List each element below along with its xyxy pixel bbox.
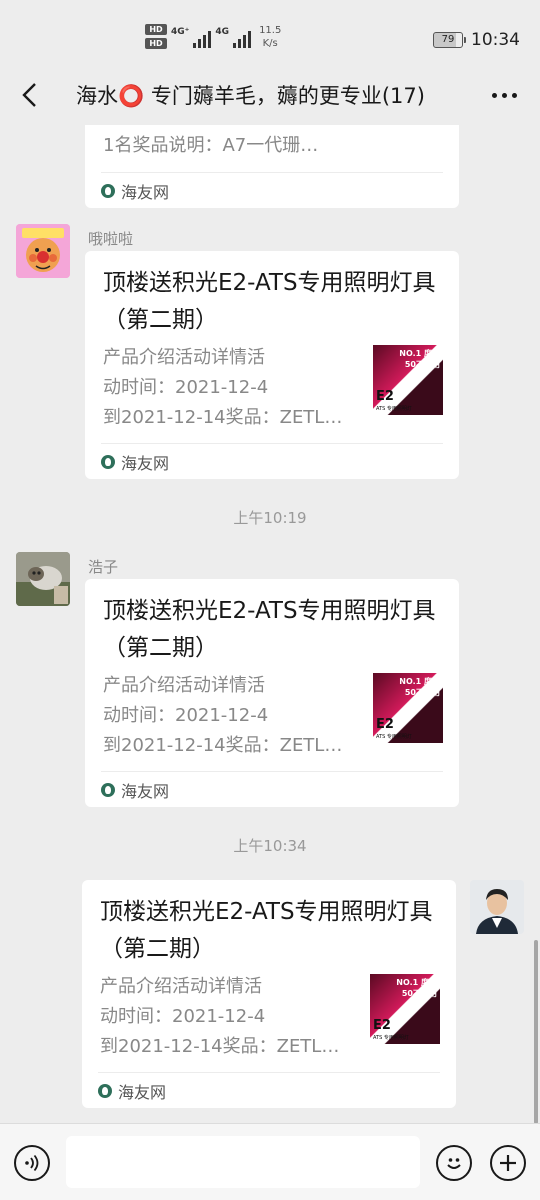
source-logo-icon	[101, 454, 115, 469]
card-desc-line: 动时间：2021-12-4	[103, 377, 269, 398]
source-logo-icon	[98, 1083, 112, 1098]
source-name: 海友网	[121, 182, 170, 202]
status-left: HD HD 4G⁺ 4G 11.5 K/s	[145, 24, 281, 50]
card-desc-line: 到2021-12-14奖品：ZETL…	[103, 735, 343, 756]
message-list[interactable]: 1名奖品说明：A7一代珊… 海友网 哦啦啦 顶楼送积光E2-ATS专用照明灯具（…	[0, 125, 540, 1123]
signal-icon-2	[233, 28, 252, 48]
avatar[interactable]	[16, 552, 70, 606]
network-speed: 11.5 K/s	[259, 24, 281, 50]
chevron-left-icon	[22, 83, 36, 107]
card-footer: 海友网	[101, 771, 443, 807]
thumb-big: E2	[376, 717, 394, 732]
thumb-big: E2	[373, 1018, 391, 1033]
avatar[interactable]	[16, 224, 70, 278]
source-logo-icon	[101, 183, 115, 198]
message-input[interactable]	[66, 1136, 420, 1188]
card-title: 顶楼送积光E2-ATS专用照明灯具（第二期）	[103, 270, 436, 333]
sender-name: 哦啦啦	[88, 230, 134, 248]
source-name: 海友网	[121, 453, 170, 473]
plus-icon	[500, 1155, 516, 1171]
thumb-small: ATS 专用照明灯	[376, 406, 412, 412]
card-title: 顶楼送积光E2-ATS专用照明灯具（第二期）	[100, 899, 433, 962]
hd-badges: HD HD	[145, 24, 167, 49]
thumb-line-2: 50不要用	[404, 360, 440, 369]
hd-badge-1: HD	[145, 24, 167, 35]
thumb-line-1: NO.1 度量	[399, 349, 440, 358]
card-desc-line: 1名奖品说明：A7一代珊…	[103, 135, 319, 156]
plus-button[interactable]	[490, 1145, 526, 1181]
back-button[interactable]	[12, 77, 48, 113]
battery-level: 79	[441, 34, 455, 45]
card-title: 顶楼送积光E2-ATS专用照明灯具（第二期）	[103, 598, 436, 661]
card-description: 1名奖品说明：A7一代珊…	[103, 131, 361, 161]
person-photo-avatar-icon	[470, 880, 524, 934]
voice-button[interactable]	[14, 1145, 50, 1181]
status-right: 79 10:34	[433, 30, 520, 50]
hd-badge-2: HD	[145, 38, 167, 49]
voice-icon	[25, 1154, 39, 1172]
card-desc-line: 到2021-12-14奖品：ZETL…	[100, 1036, 340, 1057]
card-footer: 海友网	[101, 443, 443, 479]
card-thumbnail: NO.1 度量 50不要用 E2 ATS 专用照明灯	[373, 673, 443, 743]
card-description: 产品介绍活动详情活 动时间：2021-12-4 到2021-12-14奖品：ZE…	[100, 972, 358, 1062]
speed-value: 11.5	[259, 25, 282, 36]
source-name: 海友网	[121, 781, 170, 801]
card-thumbnail: NO.1 度量 50不要用 E2 ATS 专用照明灯	[373, 345, 443, 415]
card-footer: 海友网	[98, 1072, 440, 1108]
card-desc-line: 产品介绍活动详情活	[100, 976, 262, 997]
network-type-1: 4G⁺	[171, 27, 190, 37]
sender-name: 浩子	[88, 558, 119, 576]
thumb-small: ATS 专用照明灯	[376, 734, 412, 740]
thumb-line-2: 50不要用	[404, 688, 440, 697]
card-footer: 海友网	[101, 172, 443, 208]
source-logo-icon	[101, 782, 115, 797]
chat-header: 海水⭕ 专门薅羊毛，薅的更专业(17)	[0, 65, 540, 125]
more-dots-icon	[491, 92, 497, 98]
signal-icon	[193, 28, 212, 48]
card-description: 产品介绍活动详情活 动时间：2021-12-4 到2021-12-14奖品：ZE…	[103, 671, 361, 761]
cat-photo-avatar-icon	[16, 552, 70, 606]
chat-title: 海水⭕ 专门薅羊毛，薅的更专业(17)	[76, 84, 425, 108]
thumb-big: E2	[376, 389, 394, 404]
speed-unit: K/s	[262, 38, 278, 49]
card-desc-line: 动时间：2021-12-4	[100, 1006, 266, 1027]
link-card-partial[interactable]: 1名奖品说明：A7一代珊… 海友网	[85, 125, 459, 208]
status-clock: 10:34	[471, 30, 520, 50]
thumb-line-2: 50不要用	[401, 989, 437, 998]
thumb-small: ATS 专用照明灯	[373, 1035, 409, 1041]
card-description: 产品介绍活动详情活 动时间：2021-12-4 到2021-12-14奖品：ZE…	[103, 343, 361, 433]
timestamp: 上午10:34	[233, 837, 307, 855]
more-button[interactable]	[486, 81, 522, 109]
card-desc-line: 动时间：2021-12-4	[103, 705, 269, 726]
emoji-icon	[447, 1158, 461, 1169]
cartoon-face-avatar-icon	[16, 224, 70, 278]
thumb-line-1: NO.1 度量	[396, 978, 437, 987]
link-card[interactable]: 顶楼送积光E2-ATS专用照明灯具（第二期） 产品介绍活动详情活 动时间：202…	[85, 579, 459, 807]
network-type-2: 4G	[215, 27, 230, 37]
card-thumbnail: NO.1 度量 50不要用 E2 ATS 专用照明灯	[370, 974, 440, 1044]
thumb-line-1: NO.1 度量	[399, 677, 440, 686]
emoji-button[interactable]	[436, 1145, 472, 1181]
source-name: 海友网	[118, 1082, 167, 1102]
link-card[interactable]: 顶楼送积光E2-ATS专用照明灯具（第二期） 产品介绍活动详情活 动时间：202…	[85, 251, 459, 479]
card-desc-line: 产品介绍活动详情活	[103, 347, 265, 368]
card-desc-line: 产品介绍活动详情活	[103, 675, 265, 696]
timestamp: 上午10:19	[233, 509, 307, 527]
scrollbar[interactable]	[534, 940, 538, 1124]
battery-icon: 79	[433, 32, 466, 48]
card-desc-line: 到2021-12-14奖品：ZETL…	[103, 407, 343, 428]
input-bar	[0, 1123, 540, 1200]
own-avatar[interactable]	[470, 880, 524, 934]
link-card-own[interactable]: 顶楼送积光E2-ATS专用照明灯具（第二期） 产品介绍活动详情活 动时间：202…	[82, 880, 456, 1108]
